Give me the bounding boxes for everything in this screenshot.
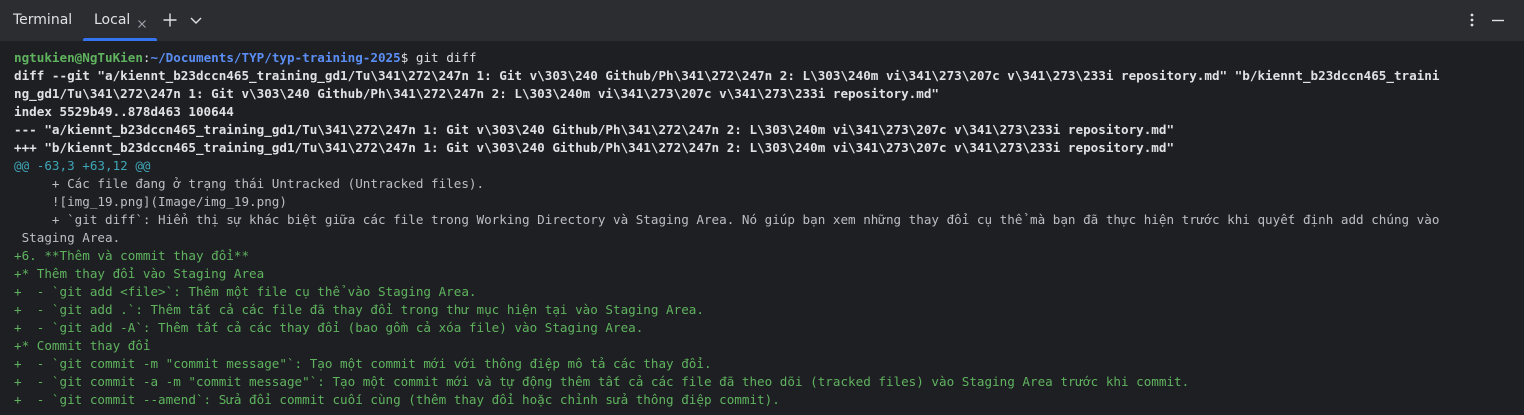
- diff-context-line: ![img_19.png](Image/img_19.png): [14, 194, 287, 209]
- diff-header-line: diff --git "a/kiennt_b23dccn465_training…: [14, 68, 1440, 83]
- chevron-down-icon[interactable]: [187, 11, 205, 29]
- prompt-command: git diff: [408, 50, 477, 65]
- diff-added-line: +6. **Thêm và commit thay đổi**: [14, 248, 250, 263]
- prompt-line: ngtukien@NgTuKien:~/Documents/TYP/typ-tr…: [14, 49, 477, 67]
- tab-label[interactable]: Local: [94, 12, 130, 28]
- minimize-icon[interactable]: [1489, 11, 1507, 29]
- diff-added-line: + - `git add <file>`: Thêm một file cụ t…: [14, 284, 477, 299]
- diff-added-line: +* Thêm thay đổi vào Staging Area: [14, 266, 265, 281]
- diff-added-line: + - `git add -A`: Thêm tất cả các thay đ…: [14, 320, 644, 335]
- terminal-output[interactable]: ngtukien@NgTuKien:~/Documents/TYP/typ-tr…: [0, 42, 1524, 415]
- diff-old-file-line: --- "a/kiennt_b23dccn465_training_gd1/Tu…: [14, 122, 1175, 137]
- tab-local[interactable]: Local: [83, 0, 157, 41]
- diff-context-line: Staging Area.: [14, 230, 121, 245]
- diff-added-line: + - `git commit --amend`: Sửa đổi commit…: [14, 392, 780, 407]
- diff-added-line: + - `git add .`: Thêm tất cả các file đã…: [14, 302, 704, 317]
- diff-added-line: + - `git commit -m "commit message"`: Tạ…: [14, 356, 712, 371]
- tool-window-title[interactable]: Terminal: [13, 12, 72, 28]
- prompt-colon: :: [142, 50, 151, 65]
- diff-added-line: +* Commit thay đổi: [14, 338, 151, 353]
- more-vertical-icon[interactable]: [1463, 11, 1481, 29]
- active-tab-indicator: [83, 38, 157, 41]
- terminal-tool-window-header: Terminal Local: [0, 0, 1524, 42]
- diff-header-line: ng_gd1/Tu\341\272\247n 1: Git v\303\240 …: [14, 86, 940, 101]
- plus-icon[interactable]: [161, 11, 179, 29]
- diff-added-line: + - `git commit -a -m "commit message"`:…: [14, 374, 1190, 389]
- diff-hunk-header: @@ -63,3 +63,12 @@: [14, 158, 151, 173]
- diff-context-line: + `git diff`: Hiển thị sự khác biệt giữa…: [14, 212, 1440, 227]
- close-icon[interactable]: [136, 15, 148, 28]
- diff-new-file-line: +++ "b/kiennt_b23dccn465_training_gd1/Tu…: [14, 140, 1175, 155]
- prompt-user: ngtukien@NgTuKien: [14, 50, 143, 65]
- diff-index-line: index 5529b49..878d463 100644: [14, 104, 234, 119]
- diff-context-line: + Các file đang ở trạng thái Untracked (…: [14, 176, 485, 191]
- prompt-path: ~/Documents/TYP/typ-training-2025: [150, 50, 401, 65]
